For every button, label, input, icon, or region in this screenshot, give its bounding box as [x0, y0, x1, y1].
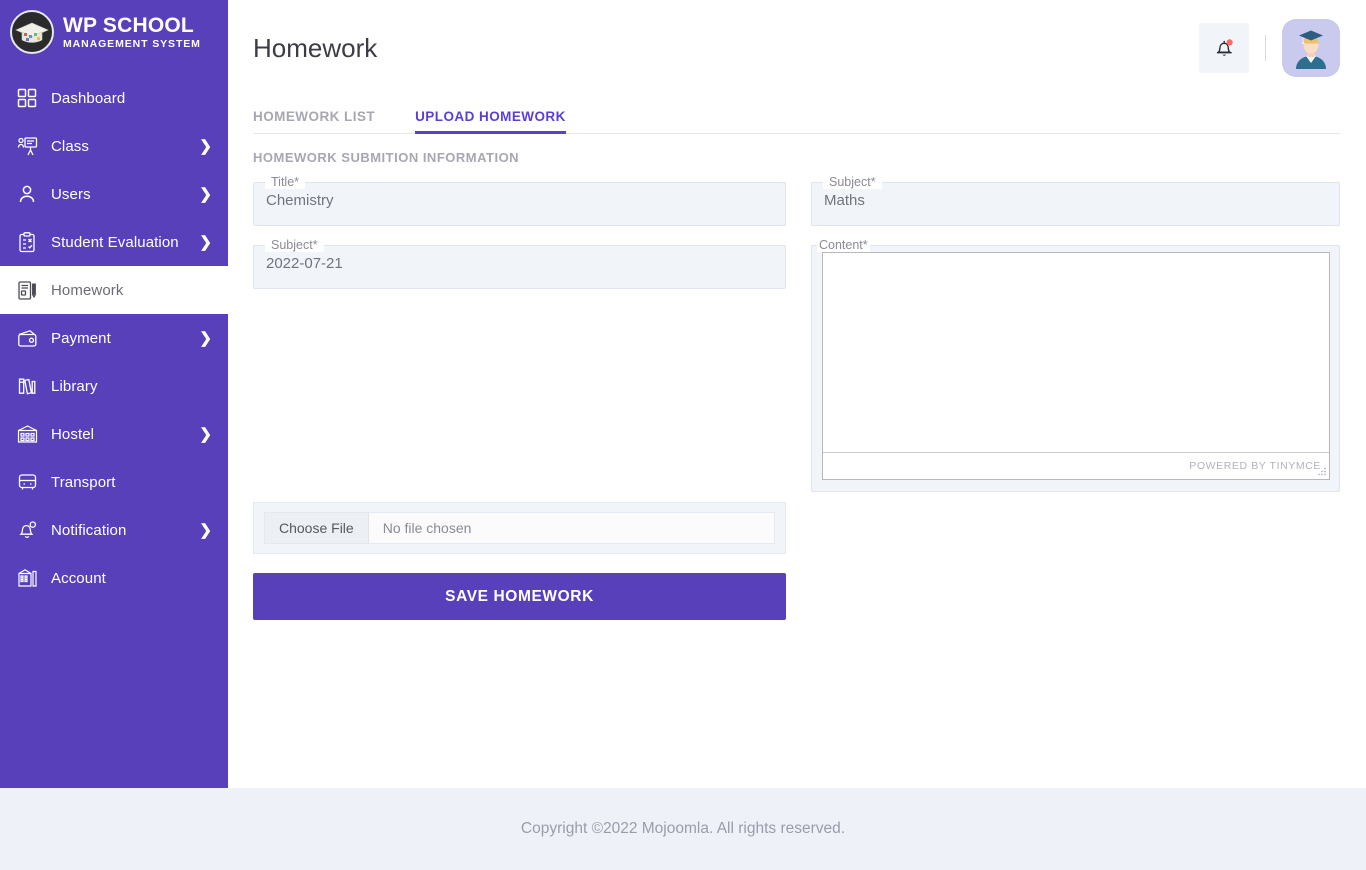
- body-row: WP SCHOOL MANAGEMENT SYSTEM Dashboard Cl…: [0, 0, 1366, 788]
- page-title: Homework: [253, 32, 378, 63]
- logo-cap-svg: [15, 22, 49, 43]
- file-name-label: No file chosen: [382, 520, 472, 536]
- chevron-right-icon: ❯: [199, 185, 212, 203]
- chevron-right-icon: ❯: [199, 137, 212, 155]
- sidebar-item-account[interactable]: Account: [0, 554, 228, 602]
- tabs-wrap: HOMEWORK LIST UPLOAD HOMEWORK: [228, 96, 1366, 134]
- building-hostel-icon: [14, 422, 40, 446]
- title-field-value[interactable]: Chemistry: [254, 189, 785, 225]
- title-field-legend: Title*: [265, 175, 306, 189]
- sidebar-item-class[interactable]: Class ❯: [0, 122, 228, 170]
- choose-file-button[interactable]: Choose File: [265, 513, 369, 543]
- books-shelf-icon: [14, 374, 40, 398]
- grid-dashboard-icon: [14, 86, 40, 110]
- teacher-board-icon: [14, 134, 40, 158]
- bell-notification-icon: [14, 518, 40, 542]
- footer: Copyright ©2022 Mojoomla. All rights res…: [0, 788, 1366, 870]
- logo-title: WP SCHOOL: [63, 13, 194, 37]
- sidebar-item-notification[interactable]: Notification ❯: [0, 506, 228, 554]
- tinymce-brand-label: POWERED BY TINYMCE: [1189, 460, 1321, 472]
- sidebar-item-hostel[interactable]: Hostel ❯: [0, 410, 228, 458]
- sidebar-item-label: Payment: [51, 329, 111, 347]
- sidebar-item-label: Hostel: [51, 425, 95, 443]
- sidebar-item-homework[interactable]: Homework: [0, 266, 228, 314]
- sidebar-item-label: Homework: [51, 281, 124, 299]
- tinymce-editor[interactable]: POWERED BY TINYMCE: [822, 252, 1330, 480]
- bell-icon: [1216, 39, 1233, 56]
- topbar-actions: [1199, 19, 1340, 77]
- sidebar-item-label: Notification: [51, 521, 127, 539]
- form-column-left: Title* Chemistry Subject* 2022-07-21: [253, 175, 786, 492]
- chevron-right-icon: ❯: [199, 329, 212, 347]
- graduate-student-avatar-icon: [1282, 19, 1340, 77]
- topbar: Homework: [228, 0, 1366, 96]
- sidebar-item-label: Class: [51, 137, 90, 155]
- sidebar-item-transport[interactable]: Transport: [0, 458, 228, 506]
- tinymce-editor-body[interactable]: [823, 253, 1329, 452]
- file-input[interactable]: Choose File No file chosen: [264, 512, 775, 544]
- chevron-right-icon: ❯: [199, 521, 212, 539]
- sidebar-logo[interactable]: WP SCHOOL MANAGEMENT SYSTEM: [0, 0, 228, 64]
- section-title: HOMEWORK SUBMITION INFORMATION: [253, 150, 520, 165]
- logo-text: WP SCHOOL MANAGEMENT SYSTEM: [63, 15, 201, 50]
- avatar[interactable]: [1282, 19, 1340, 77]
- sidebar: WP SCHOOL MANAGEMENT SYSTEM Dashboard Cl…: [0, 0, 228, 788]
- wallet-icon: [14, 326, 40, 350]
- sidebar-item-label: Users: [51, 185, 91, 203]
- sidebar-item-student-evaluation[interactable]: Student Evaluation ❯: [0, 218, 228, 266]
- document-pencil-icon: [14, 278, 40, 302]
- subject-field[interactable]: Subject* Maths: [811, 175, 1340, 226]
- title-field[interactable]: Title* Chemistry: [253, 175, 786, 226]
- save-homework-button[interactable]: SAVE HOMEWORK: [253, 573, 786, 620]
- sidebar-item-label: Transport: [51, 473, 116, 491]
- subject-field-value[interactable]: Maths: [812, 189, 1339, 225]
- subject-date-field-value[interactable]: 2022-07-21: [254, 252, 785, 288]
- sidebar-item-library[interactable]: Library: [0, 362, 228, 410]
- bank-account-icon: [14, 566, 40, 590]
- notifications-button[interactable]: [1199, 23, 1249, 73]
- sidebar-item-label: Library: [51, 377, 98, 395]
- resize-grip-icon[interactable]: [1315, 466, 1327, 478]
- main-content: Homework HOMEWORK LIST UPLOAD HOMEWORK H…: [228, 0, 1366, 788]
- chevron-right-icon: ❯: [199, 425, 212, 443]
- sidebar-item-users[interactable]: Users ❯: [0, 170, 228, 218]
- clipboard-check-icon: [14, 230, 40, 254]
- sidebar-item-payment[interactable]: Payment ❯: [0, 314, 228, 362]
- sidebar-item-label: Student Evaluation: [51, 233, 179, 251]
- file-upload-row: Choose File No file chosen: [253, 502, 786, 554]
- graduation-cap-logo-icon: [10, 10, 54, 54]
- tinymce-statusbar: POWERED BY TINYMCE: [823, 452, 1329, 479]
- copyright-text: Copyright ©2022 Mojoomla. All rights res…: [520, 820, 846, 837]
- user-person-icon: [14, 182, 40, 206]
- homework-form: Title* Chemistry Subject* 2022-07-21 Sub…: [228, 165, 1366, 492]
- toolbar-divider: [1265, 35, 1266, 61]
- sidebar-item-dashboard[interactable]: Dashboard: [0, 74, 228, 122]
- tabs: HOMEWORK LIST UPLOAD HOMEWORK: [253, 96, 1340, 134]
- subject-date-field-legend: Subject*: [265, 238, 324, 252]
- chevron-right-icon: ❯: [199, 233, 212, 251]
- logo-subtitle: MANAGEMENT SYSTEM: [63, 37, 201, 50]
- subject-field-legend: Subject*: [823, 175, 882, 189]
- tab-upload-homework[interactable]: UPLOAD HOMEWORK: [415, 109, 566, 134]
- content-field-legend: Content*: [817, 238, 870, 252]
- sidebar-item-label: Account: [51, 569, 106, 587]
- content-field: Content* POWERED BY TINYMCE: [811, 238, 1340, 492]
- app-root: WP SCHOOL MANAGEMENT SYSTEM Dashboard Cl…: [0, 0, 1366, 870]
- sidebar-nav: Dashboard Class ❯ Users ❯ Student Evalua…: [0, 74, 228, 602]
- bus-icon: [14, 470, 40, 494]
- subject-date-field[interactable]: Subject* 2022-07-21: [253, 238, 786, 289]
- tab-homework-list[interactable]: HOMEWORK LIST: [253, 109, 388, 133]
- sidebar-item-label: Dashboard: [51, 89, 126, 107]
- form-column-right: Subject* Maths Content* POWERED BY TINYM…: [811, 175, 1340, 492]
